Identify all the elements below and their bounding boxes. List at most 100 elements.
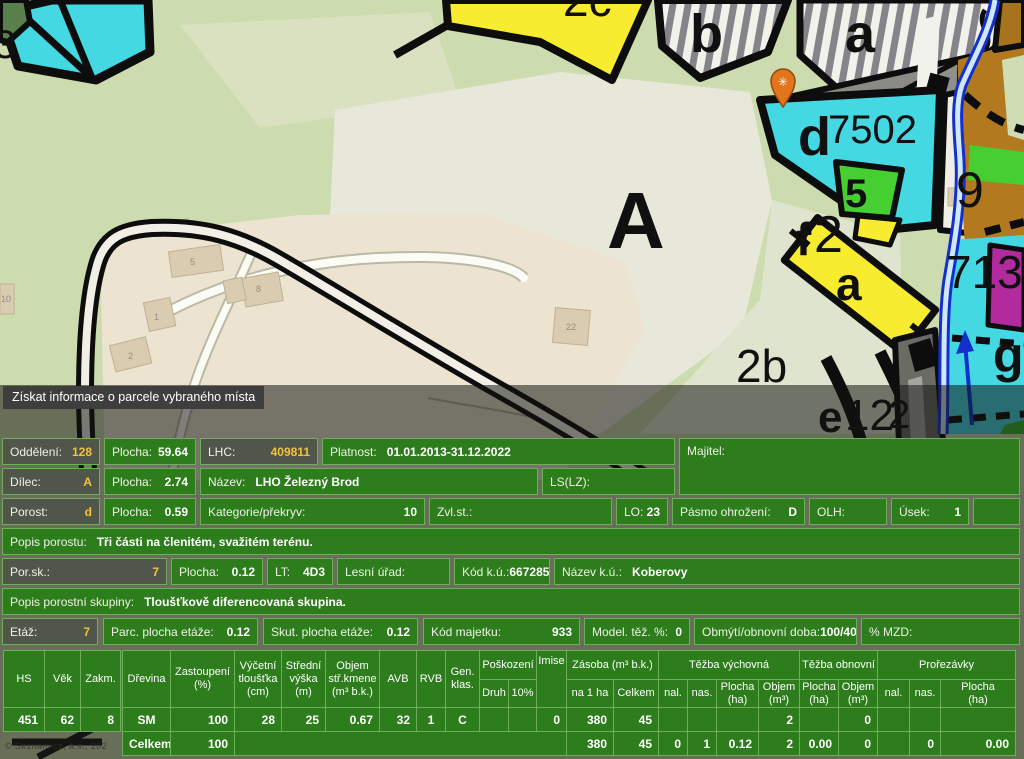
col-plocha-pror: Plocha (ha): [941, 680, 1015, 707]
cell-celkem: 45: [614, 708, 658, 731]
cell-objem-kmene: 0.67: [326, 708, 379, 731]
field-dilec-plocha: Plocha:2.74: [104, 468, 196, 495]
field-lslz: LS(LZ):: [542, 468, 675, 495]
app-window: 5 8 1 2 22 10: [0, 0, 1024, 759]
col-objem-obn: Objem (m³): [839, 680, 877, 707]
cell-zastoupeni: 100: [171, 708, 234, 731]
col-tezba-obnovni: Těžba obnovní: [800, 651, 877, 679]
label-2c: 2c: [563, 0, 612, 26]
field-porsk-plocha: Plocha:0.12: [171, 558, 263, 585]
label-f: f: [796, 213, 812, 265]
col-poskozeni: Poškození: [480, 651, 536, 679]
col-rvb: RVB: [417, 651, 445, 707]
svg-text:10: 10: [1, 294, 11, 304]
total-nal-vych: 0: [659, 732, 687, 755]
total-objem-vych: 2: [759, 732, 799, 755]
total-plocha-pror: 0.00: [941, 732, 1015, 755]
field-pasmo: Pásmo ohrožení:D: [672, 498, 805, 525]
col-zasoba: Zásoba (m³ b.k.): [567, 651, 658, 679]
cell-druh: [480, 708, 508, 731]
col-drevina: Dřevina: [123, 651, 170, 707]
field-parc-plocha: Parc. plocha etáže:0.12: [103, 618, 258, 645]
field-popis-skupiny: Popis porostní skupiny:Tloušťkově difere…: [2, 588, 1020, 615]
field-obmyti: Obmýtí/obnovní doba:100/40: [694, 618, 857, 645]
cell-objem-obn: 0: [839, 708, 877, 731]
map-attribution: © Seznam.cz, a.s., 202: [5, 741, 107, 751]
cell-nas-pror: [910, 708, 940, 731]
col-vycetni: Výčetní tloušťka (cm): [235, 651, 281, 707]
col-plocha-obn: Plocha (ha): [800, 680, 838, 707]
field-dilec: Dílec:A: [2, 468, 100, 495]
cell-nal-pror: [878, 708, 909, 731]
label-b: b: [690, 4, 723, 64]
field-kategorie: Kategorie/překryv:10: [200, 498, 425, 525]
cell-vycetni: 28: [235, 708, 281, 731]
col-nal-vych: nal.: [659, 680, 687, 707]
total-plocha-vych: 0.12: [717, 732, 758, 755]
field-platnost: Platnost:01.01.2013-31.12.2022: [322, 438, 675, 465]
field-skut-plocha: Skut. plocha etáže:0.12: [263, 618, 418, 645]
svg-text:2: 2: [128, 351, 133, 361]
field-spare: [973, 498, 1020, 525]
col-prorezavky: Prořezávky: [878, 651, 1015, 679]
cell-rvb: 1: [417, 708, 445, 731]
total-nal-pror: [878, 732, 909, 755]
field-porsk: Por.sk.:7: [2, 558, 167, 585]
cell-drevina: SM: [123, 708, 170, 731]
col-vek: Věk: [45, 651, 80, 707]
col-gen-klas: Gen. klas.: [446, 651, 479, 707]
col-zakm: Zakm.: [81, 651, 120, 707]
label-division-a: A: [607, 176, 665, 265]
field-popis-porostu: Popis porostu:Tři části na členitém, sva…: [2, 528, 1020, 555]
field-model-tez: Model. těž. %:0: [584, 618, 690, 645]
label-5: 5: [845, 172, 867, 216]
col-imise: Imise: [537, 651, 566, 707]
total-na1ha: 380: [567, 732, 613, 755]
cell-stredni: 25: [282, 708, 325, 731]
cell-10pct: [509, 708, 536, 731]
total-nas-pror: 0: [910, 732, 940, 755]
field-lhc: LHC:409811: [200, 438, 318, 465]
cell-zakm: 8: [81, 708, 120, 731]
label-f2: 2: [814, 206, 843, 264]
label-g: g: [993, 327, 1024, 383]
total-nas-vych: 1: [688, 732, 716, 755]
col-hs: HS: [4, 651, 44, 707]
cell-na1ha: 380: [567, 708, 613, 731]
field-lo: LO:23: [616, 498, 668, 525]
field-porost-plocha: Plocha:0.59: [104, 498, 196, 525]
cell-plocha-vych: [717, 708, 758, 731]
col-objem-kmene: Objem stř.kmene (m³ b.k.): [326, 651, 379, 707]
svg-text:8: 8: [256, 284, 261, 294]
field-olh: OLH:: [809, 498, 887, 525]
cell-gen-klas: C: [446, 708, 479, 731]
cell-hs: 451: [4, 708, 44, 731]
species-table-right: Dřevina Zastoupení (%) Výčetní tloušťka …: [122, 650, 1016, 756]
cell-imise: 0: [537, 708, 566, 731]
col-10pct: 10%: [509, 680, 536, 707]
cell-objem-vych: 2: [759, 708, 799, 731]
total-merged: [235, 732, 566, 755]
cell-nal-vych: [659, 708, 687, 731]
svg-text:22: 22: [566, 322, 576, 332]
col-plocha-vych: Plocha (ha): [717, 680, 758, 707]
col-druh: Druh: [480, 680, 508, 707]
col-zastoupeni: Zastoupení (%): [171, 651, 234, 707]
field-usek: Úsek:1: [891, 498, 969, 525]
field-nazev-ku: Název k.ú.:Koberovy: [554, 558, 1020, 585]
field-mzd: % MZD:: [861, 618, 1020, 645]
cell-avb: 32: [380, 708, 416, 731]
label-9: 9: [956, 162, 984, 218]
cell-plocha-obn: [800, 708, 838, 731]
field-zvlst: Zvl.st.:: [429, 498, 612, 525]
species-table-left: HS Věk Zakm. 451 62 8: [3, 650, 121, 732]
map-tooltip: Získat informace o parcele vybraného mís…: [3, 386, 264, 409]
cell-nas-vych: [688, 708, 716, 731]
label-7502: 7502: [828, 108, 917, 152]
field-porost: Porost:d: [2, 498, 100, 525]
field-oddeleni: Oddělení:128: [2, 438, 100, 465]
field-majitel: Majitel:: [679, 438, 1020, 495]
label-a-top: a: [845, 4, 876, 64]
svg-text:✳: ✳: [778, 75, 788, 89]
col-na1ha: na 1 ha: [567, 680, 613, 707]
